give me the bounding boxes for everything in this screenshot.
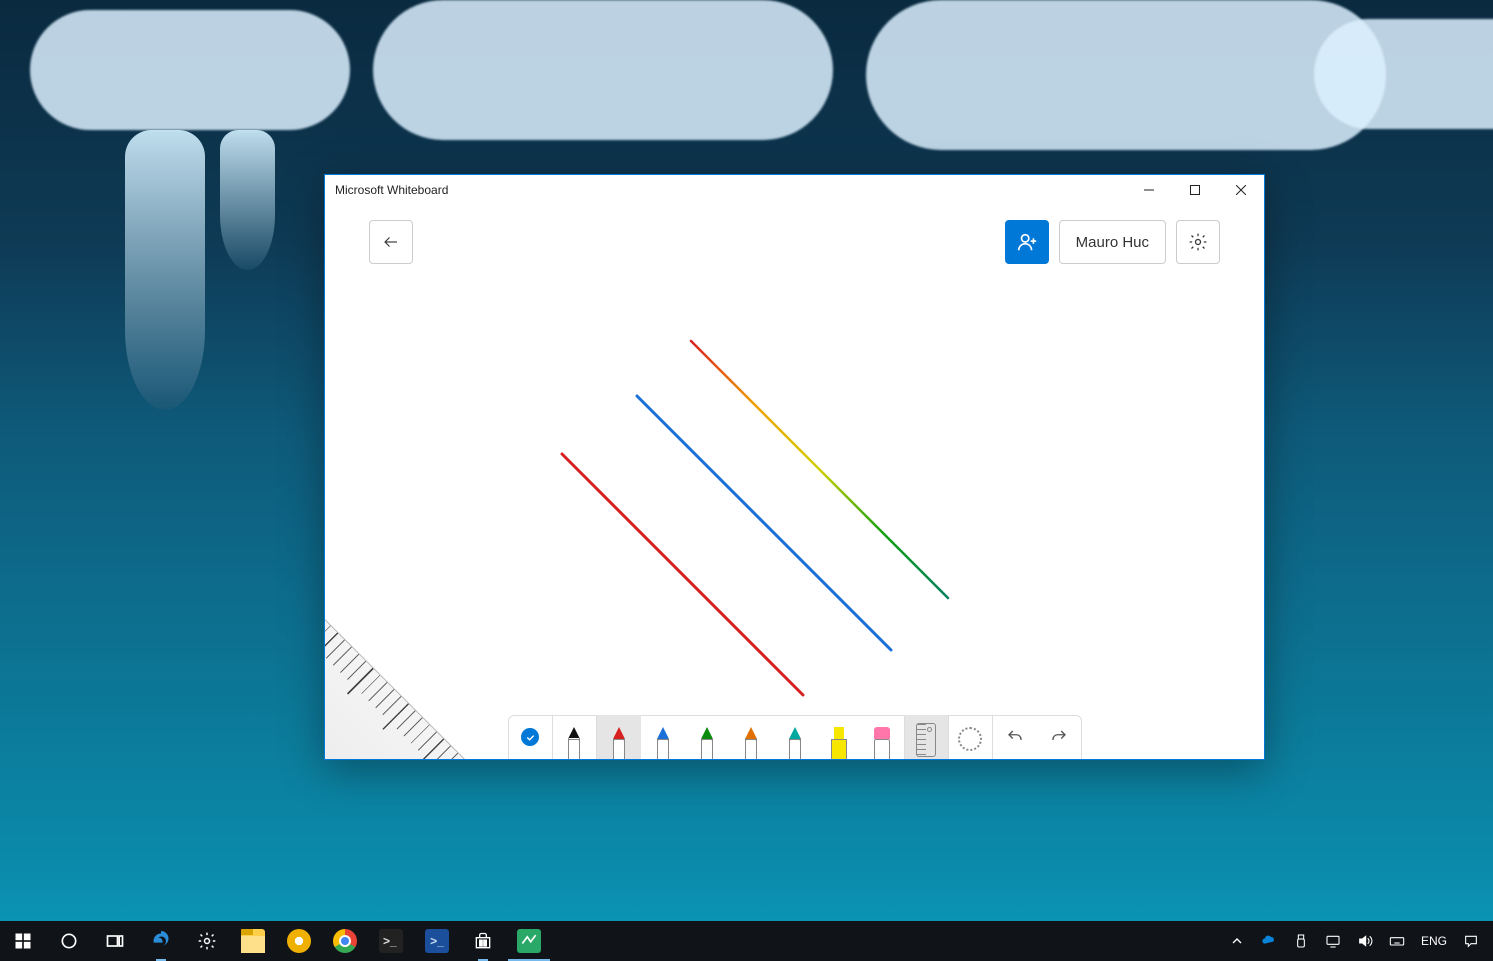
pen-icon — [610, 727, 628, 759]
undo-icon — [1006, 728, 1024, 746]
whiteboard-canvas[interactable]: 45 — [325, 279, 1264, 759]
whiteboard-window: Microsoft Whiteboard Mauro Huc — [324, 174, 1265, 760]
taskbar-task-view[interactable] — [92, 921, 138, 961]
highlighter-icon — [830, 727, 848, 759]
pen-orange[interactable] — [729, 715, 773, 759]
user-button[interactable]: Mauro Huc — [1059, 220, 1166, 264]
taskbar-chrome-canary[interactable] — [276, 921, 322, 961]
eraser-icon — [873, 727, 891, 759]
eraser[interactable] — [861, 715, 905, 759]
taskbar-file-explorer[interactable] — [230, 921, 276, 961]
taskbar-powershell[interactable]: >_ — [414, 921, 460, 961]
check-icon — [521, 728, 539, 746]
pen-green[interactable] — [685, 715, 729, 759]
app-header: Mauro Huc — [325, 205, 1264, 279]
taskbar-start[interactable] — [0, 921, 46, 961]
invite-button[interactable] — [1005, 220, 1049, 264]
redo[interactable] — [1037, 715, 1081, 759]
tray-overflow[interactable] — [1221, 921, 1253, 961]
maximize-button[interactable] — [1172, 175, 1218, 205]
select-tool[interactable] — [509, 715, 553, 759]
taskbar-settings[interactable] — [184, 921, 230, 961]
taskbar: >_>_ ENG — [0, 921, 1493, 961]
pen-black[interactable] — [553, 715, 597, 759]
close-button[interactable] — [1218, 175, 1264, 205]
back-button[interactable] — [369, 220, 413, 264]
display-icon[interactable] — [1317, 921, 1349, 961]
keyboard-icon[interactable] — [1381, 921, 1413, 961]
minimize-button[interactable] — [1126, 175, 1172, 205]
undo[interactable] — [993, 715, 1037, 759]
pen-red[interactable] — [597, 715, 641, 759]
pen-icon — [565, 727, 583, 759]
pen-icon — [786, 727, 804, 759]
taskbar-cortana[interactable] — [46, 921, 92, 961]
taskbar-chrome[interactable] — [322, 921, 368, 961]
taskbar-store[interactable] — [460, 921, 506, 961]
taskbar-whiteboard[interactable] — [506, 921, 552, 961]
pen-blue[interactable] — [641, 715, 685, 759]
lasso-tool[interactable] — [949, 715, 993, 759]
highlighter-yellow[interactable] — [817, 715, 861, 759]
pen-icon — [698, 727, 716, 759]
pen-toolbar — [508, 715, 1082, 759]
user-name-label: Mauro Huc — [1076, 234, 1149, 251]
pen-icon — [742, 727, 760, 759]
taskbar-cmd[interactable]: >_ — [368, 921, 414, 961]
ruler-icon — [916, 723, 936, 757]
ruler-tool[interactable] — [905, 715, 949, 759]
taskbar-edge[interactable] — [138, 921, 184, 961]
titlebar[interactable]: Microsoft Whiteboard — [325, 175, 1264, 205]
pen-icon — [654, 727, 672, 759]
redo-icon — [1050, 728, 1068, 746]
window-controls — [1126, 175, 1264, 205]
settings-button[interactable] — [1176, 220, 1220, 264]
action-center-icon[interactable] — [1455, 921, 1487, 961]
language-indicator[interactable]: ENG — [1413, 921, 1455, 961]
pen-teal[interactable] — [773, 715, 817, 759]
onedrive-icon[interactable] — [1253, 921, 1285, 961]
usb-icon[interactable] — [1285, 921, 1317, 961]
volume-icon[interactable] — [1349, 921, 1381, 961]
lasso-icon — [958, 727, 982, 751]
system-tray: ENG — [1221, 921, 1493, 961]
window-title: Microsoft Whiteboard — [335, 183, 448, 197]
ink-strokes — [325, 279, 1264, 759]
